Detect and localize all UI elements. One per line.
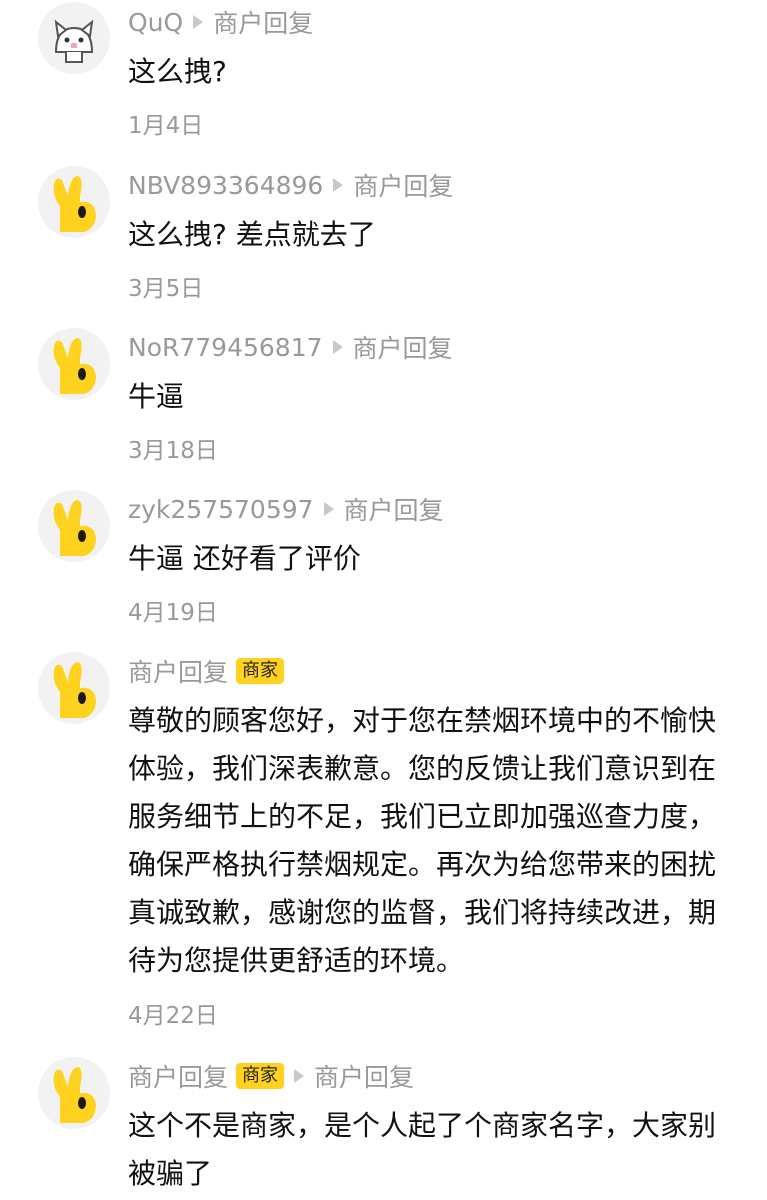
username[interactable]: QuQ <box>128 8 183 37</box>
reply-label[interactable]: 商户回复 <box>213 4 313 40</box>
reply-label[interactable]: 商户回复 <box>353 329 453 365</box>
username[interactable]: zyk257570597 <box>128 495 314 524</box>
comment-date: 3月5日 <box>128 276 204 302</box>
username[interactable]: 商户回复 <box>128 1058 228 1094</box>
cat-avatar-icon[interactable] <box>38 2 110 74</box>
reply-label[interactable]: 商户回复 <box>353 167 453 203</box>
reply-arrow-icon <box>333 178 344 192</box>
merchant-badge: 商家 <box>236 1063 285 1089</box>
comment-text: 牛逼 <box>128 380 185 413</box>
reply-label[interactable]: 商户回复 <box>344 491 444 527</box>
username[interactable]: NoR779456817 <box>128 333 323 362</box>
yellow-hand-avatar-icon[interactable] <box>38 328 110 400</box>
comment-text: 这么拽? 差点就去了 <box>128 218 376 251</box>
merchant-badge: 商家 <box>236 658 285 684</box>
reply-arrow-icon <box>294 1069 305 1083</box>
comment-text: 牛逼 还好看了评价 <box>128 542 361 575</box>
yellow-hand-avatar-icon[interactable] <box>38 652 110 724</box>
reply-arrow-icon <box>323 502 334 516</box>
comment-date: 4月22日 <box>128 1003 218 1029</box>
comment-date: 4月19日 <box>128 600 218 626</box>
reply-arrow-icon <box>193 15 204 29</box>
yellow-hand-avatar-icon[interactable] <box>38 1057 110 1129</box>
comment-text: 这个不是商家，是个人起了个商家名字，大家别被骗了 <box>128 1109 717 1190</box>
yellow-hand-avatar-icon[interactable] <box>38 490 110 562</box>
username[interactable]: 商户回复 <box>128 653 228 689</box>
comment-text: 这么拽? <box>128 55 227 88</box>
reply-arrow-icon <box>332 340 343 354</box>
yellow-hand-avatar-icon[interactable] <box>38 166 110 238</box>
comment-date: 1月4日 <box>128 113 204 139</box>
comment-text: 尊敬的顾客您好，对于您在禁烟环境中的不愉快体验，我们深表歉意。您的反馈让我们意识… <box>128 704 717 977</box>
comment-date: 3月18日 <box>128 438 218 464</box>
reply-label[interactable]: 商户回复 <box>314 1058 414 1094</box>
username[interactable]: NBV893364896 <box>128 171 323 200</box>
